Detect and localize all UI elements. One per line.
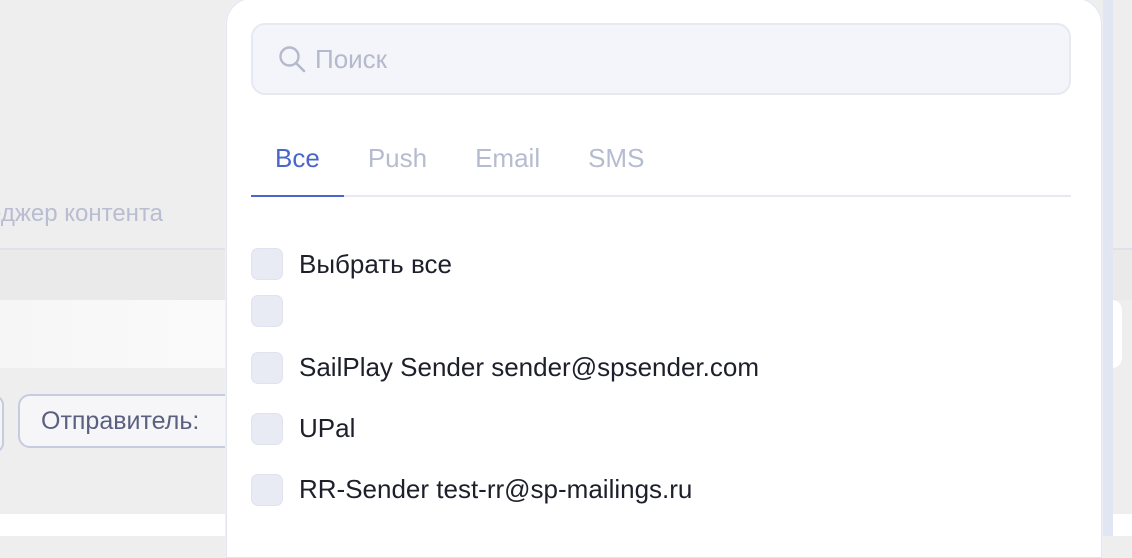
tab-push[interactable]: Push: [344, 127, 451, 195]
sender-filter-label: Отправитель:: [41, 406, 200, 435]
channel-tabs: Все Push Email SMS: [251, 127, 1071, 197]
select-all-option[interactable]: Выбрать все: [251, 233, 1071, 295]
sender-option-empty[interactable]: [251, 295, 1071, 337]
sender-option-sailplay[interactable]: SailPlay Sender sender@spsender.com: [251, 337, 1071, 398]
sender-options-list: Выбрать все SailPlay Sender sender@spsen…: [251, 233, 1071, 520]
sender-checkbox-rr-sender[interactable]: [251, 473, 283, 506]
sender-dropdown: Все Push Email SMS Выбрать все SailPlay …: [226, 0, 1102, 558]
tab-email[interactable]: Email: [451, 127, 564, 195]
filter-chip-previous[interactable]: [0, 395, 4, 453]
sender-checkbox-sailplay[interactable]: [251, 351, 283, 384]
tab-all[interactable]: Все: [251, 127, 344, 197]
sender-option-upal[interactable]: UPal: [251, 398, 1071, 459]
sender-option-label: UPal: [299, 413, 356, 443]
sender-option-rr-sender[interactable]: RR-Sender test-rr@sp-mailings.ru: [251, 459, 1071, 520]
sender-option-label: RR-Sender test-rr@sp-mailings.ru: [299, 474, 693, 504]
select-all-label: Выбрать все: [299, 248, 452, 279]
sender-checkbox-upal[interactable]: [251, 412, 283, 445]
sender-checkbox-empty[interactable]: [251, 295, 283, 327]
search-icon: [279, 46, 306, 73]
search-input[interactable]: [315, 43, 1015, 75]
sender-option-label: SailPlay Sender sender@spsender.com: [299, 352, 759, 382]
tab-sms[interactable]: SMS: [564, 127, 668, 195]
dropdown-scrollbar[interactable]: [1103, 0, 1113, 536]
content-manager-tab-label[interactable]: еджер контента: [0, 200, 163, 228]
search-box[interactable]: [251, 23, 1071, 95]
select-all-checkbox[interactable]: [251, 248, 283, 280]
